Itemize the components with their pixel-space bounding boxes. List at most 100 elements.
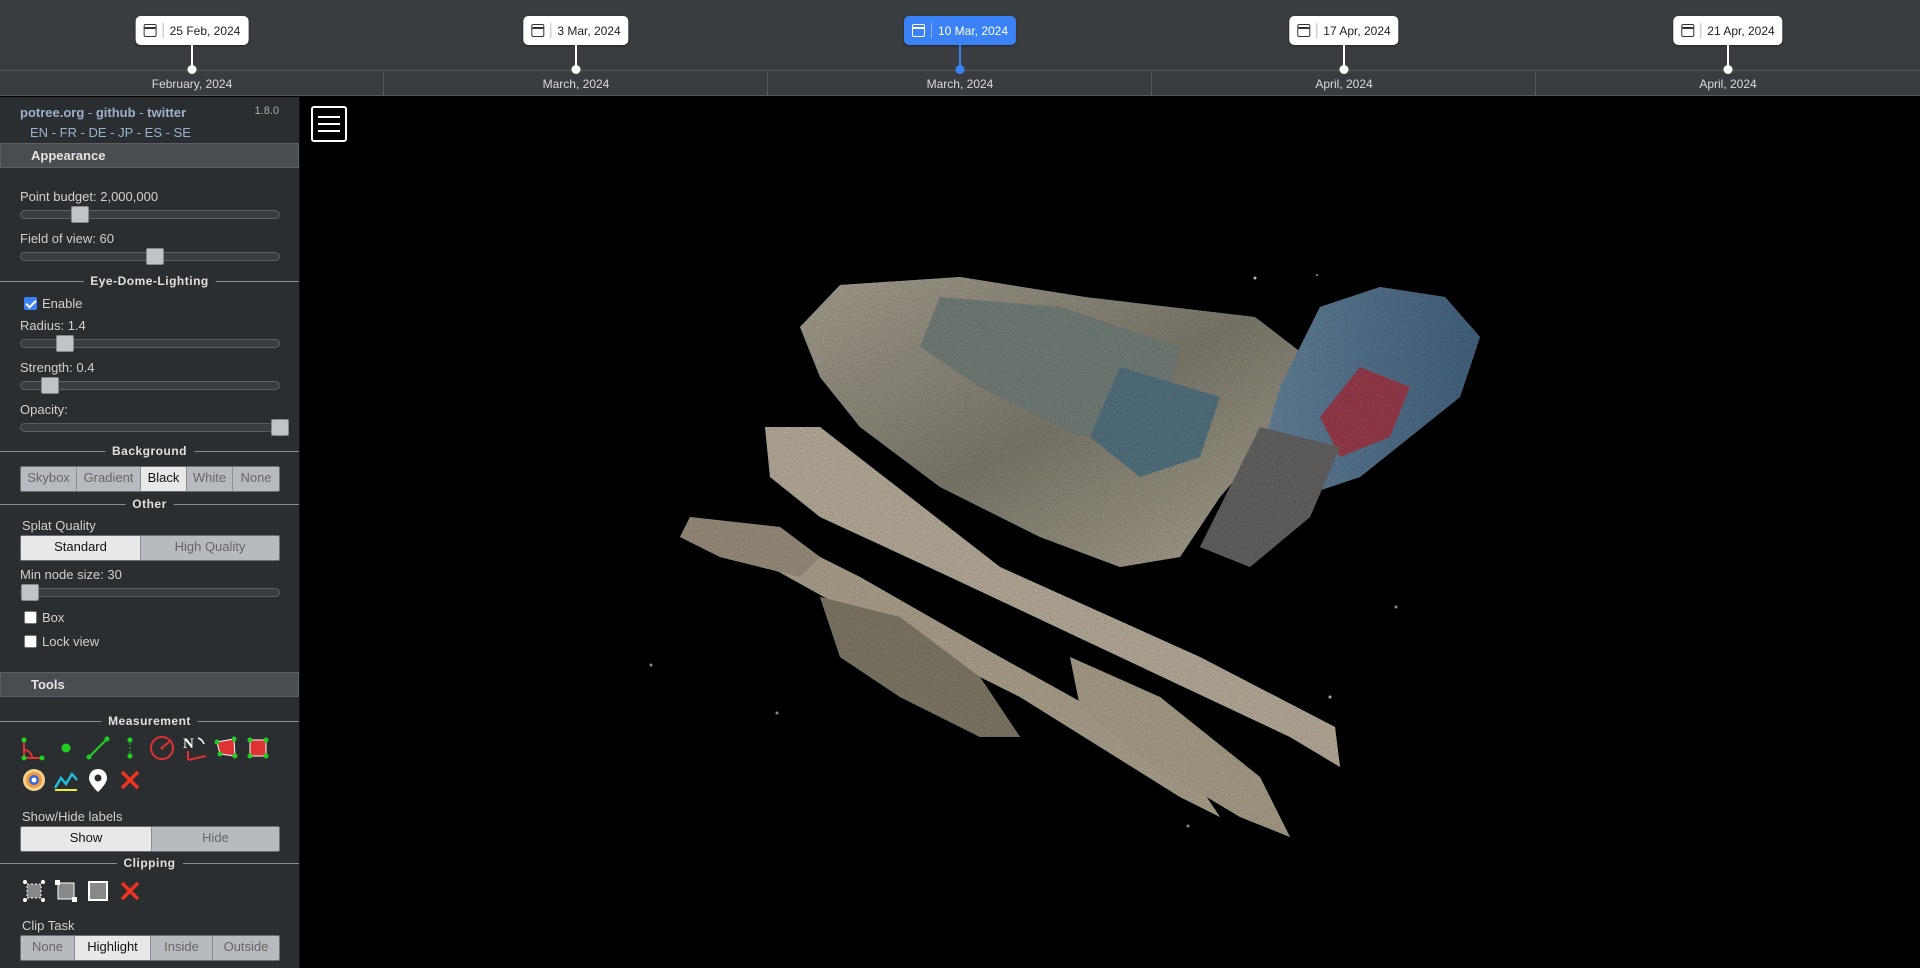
edl-enable-row[interactable]: Enable bbox=[24, 296, 82, 311]
edl-strength-slider[interactable] bbox=[20, 377, 280, 394]
slider-handle[interactable] bbox=[41, 377, 59, 394]
timeline-marker[interactable] bbox=[955, 65, 965, 74]
min-node-slider[interactable] bbox=[20, 584, 280, 601]
twitter-link[interactable]: twitter bbox=[147, 105, 186, 120]
timeline-slot-active[interactable]: 10 Mar, 2024 March, 2024 bbox=[768, 0, 1152, 96]
timeline-slot[interactable]: 17 Apr, 2024 April, 2024 bbox=[1152, 0, 1536, 96]
profile-icon[interactable] bbox=[52, 766, 80, 794]
splat-quality-buttons: Standard High Quality bbox=[20, 535, 280, 561]
slider-handle[interactable] bbox=[21, 584, 39, 601]
appearance-header[interactable]: Appearance bbox=[0, 143, 299, 168]
area-icon[interactable] bbox=[212, 734, 240, 762]
bg-gradient-button[interactable]: Gradient bbox=[77, 467, 141, 491]
timeline-date-pill-active[interactable]: 10 Mar, 2024 bbox=[903, 16, 1017, 45]
edl-opacity-slider[interactable] bbox=[20, 419, 289, 436]
header-links: potree.org - github - twitter bbox=[20, 105, 187, 120]
point-budget-label: Point budget: 2,000,000 bbox=[20, 189, 159, 204]
fov-slider[interactable] bbox=[20, 248, 280, 265]
clip-task-highlight-button[interactable]: Highlight bbox=[75, 936, 151, 960]
pill-divider bbox=[550, 23, 552, 38]
clip-task-none-button[interactable]: None bbox=[21, 936, 75, 960]
hide-labels-button[interactable]: Hide bbox=[152, 827, 279, 851]
slider-handle[interactable] bbox=[271, 419, 289, 436]
hamburger-menu-icon[interactable] bbox=[311, 106, 347, 142]
circle-icon[interactable] bbox=[148, 734, 176, 762]
annotation-icon[interactable] bbox=[84, 766, 112, 794]
other-title: Other bbox=[125, 497, 174, 511]
timeline-month-label: April, 2024 bbox=[1699, 77, 1757, 91]
azimuth-icon[interactable]: N bbox=[180, 734, 208, 762]
distance-icon[interactable] bbox=[84, 734, 112, 762]
clip-task-inside-button[interactable]: Inside bbox=[151, 936, 213, 960]
height-icon[interactable] bbox=[116, 734, 144, 762]
clip-polygon-icon[interactable] bbox=[20, 877, 48, 905]
timeline-date: 25 Feb, 2024 bbox=[169, 23, 241, 38]
edl-radius-slider[interactable] bbox=[20, 335, 280, 352]
lock-view-checkbox[interactable] bbox=[24, 635, 37, 648]
timeline-marker[interactable] bbox=[187, 65, 197, 74]
volume-icon[interactable] bbox=[244, 734, 272, 762]
measurement-divider: Measurement bbox=[0, 714, 299, 728]
remove-clipping-icon[interactable] bbox=[116, 877, 144, 905]
calendar-icon bbox=[143, 24, 157, 37]
timeline-slot[interactable]: 25 Feb, 2024 February, 2024 bbox=[0, 0, 384, 96]
bg-skybox-button[interactable]: Skybox bbox=[21, 467, 77, 491]
point-icon[interactable] bbox=[52, 734, 80, 762]
slider-handle[interactable] bbox=[71, 206, 89, 223]
point-budget-slider[interactable] bbox=[20, 206, 280, 223]
lang-de[interactable]: DE bbox=[89, 125, 107, 140]
edl-enable-checkbox[interactable] bbox=[24, 297, 37, 310]
lang-es[interactable]: ES bbox=[145, 125, 162, 140]
show-labels-button[interactable]: Show bbox=[21, 827, 152, 851]
clip-task-outside-button[interactable]: Outside bbox=[213, 936, 279, 960]
timeline-date: 17 Apr, 2024 bbox=[1323, 23, 1391, 38]
svg-text:N: N bbox=[183, 736, 194, 752]
timeline-marker[interactable] bbox=[1339, 65, 1349, 74]
timeline-slot[interactable]: 3 Mar, 2024 March, 2024 bbox=[384, 0, 768, 96]
timeline-stem bbox=[1727, 45, 1729, 67]
bg-none-button[interactable]: None bbox=[233, 467, 279, 491]
lang-en[interactable]: EN bbox=[30, 125, 48, 140]
clip-task-label: Clip Task bbox=[22, 918, 75, 933]
tools-header[interactable]: Tools bbox=[0, 672, 299, 697]
clip-screen-box-icon[interactable] bbox=[52, 877, 80, 905]
github-link[interactable]: github bbox=[96, 105, 136, 120]
labels-buttons: Show Hide bbox=[20, 826, 280, 852]
background-buttons: Skybox Gradient Black White None bbox=[20, 466, 280, 492]
language-selector: EN - FR - DE - JP - ES - SE bbox=[30, 125, 191, 140]
clip-task-buttons: None Highlight Inside Outside bbox=[20, 935, 280, 961]
bg-white-button[interactable]: White bbox=[187, 467, 233, 491]
edl-strength-label: Strength: 0.4 bbox=[20, 360, 95, 375]
bg-black-button[interactable]: Black bbox=[141, 467, 187, 491]
timeline-marker[interactable] bbox=[1723, 65, 1733, 74]
timeline-date-pill[interactable]: 3 Mar, 2024 bbox=[523, 16, 629, 45]
timeline-marker[interactable] bbox=[571, 65, 581, 74]
timeline-date-pill[interactable]: 17 Apr, 2024 bbox=[1289, 16, 1399, 45]
splat-standard-button[interactable]: Standard bbox=[21, 536, 141, 560]
point-cloud-render[interactable] bbox=[300, 97, 1920, 968]
sphere-volume-icon[interactable] bbox=[20, 766, 48, 794]
point-cloud-viewer[interactable] bbox=[300, 97, 1920, 968]
timeline-date-pill[interactable]: 21 Apr, 2024 bbox=[1673, 16, 1783, 45]
labels-title: Show/Hide labels bbox=[22, 809, 123, 824]
lock-view-row[interactable]: Lock view bbox=[24, 634, 99, 649]
edl-opacity-label: Opacity: bbox=[20, 402, 68, 417]
timeline-date-pill[interactable]: 25 Feb, 2024 bbox=[135, 16, 249, 45]
slider-handle[interactable] bbox=[56, 335, 74, 352]
calendar-icon bbox=[531, 24, 545, 37]
timeline-slot[interactable]: 21 Apr, 2024 April, 2024 bbox=[1536, 0, 1920, 96]
timeline-month-label: March, 2024 bbox=[542, 77, 610, 91]
box-checkbox[interactable] bbox=[24, 611, 37, 624]
lang-fr[interactable]: FR bbox=[60, 125, 77, 140]
pill-divider bbox=[1700, 23, 1702, 38]
angle-icon[interactable] bbox=[20, 734, 48, 762]
lang-jp[interactable]: JP bbox=[118, 125, 133, 140]
potree-link[interactable]: potree.org bbox=[20, 105, 84, 120]
box-row[interactable]: Box bbox=[24, 610, 64, 625]
remove-all-measurements-icon[interactable] bbox=[116, 766, 144, 794]
slider-handle[interactable] bbox=[146, 248, 164, 265]
clip-volume-icon[interactable] bbox=[84, 877, 112, 905]
splat-high-quality-button[interactable]: High Quality bbox=[141, 536, 279, 560]
calendar-icon bbox=[1681, 24, 1695, 37]
lang-se[interactable]: SE bbox=[174, 125, 191, 140]
